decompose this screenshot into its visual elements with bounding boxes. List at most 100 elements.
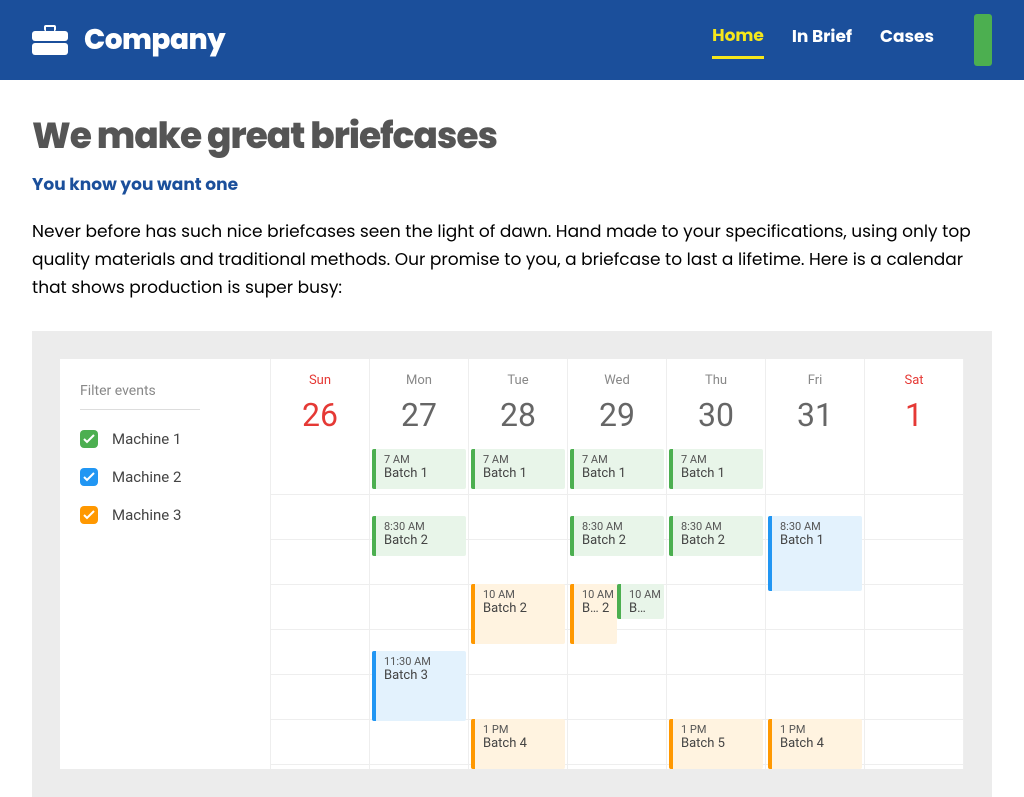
event-time: 7 AM xyxy=(384,453,462,466)
filter-label: Machine 2 xyxy=(112,468,181,486)
page-title: We make great briefcases xyxy=(32,108,992,163)
day-header[interactable]: Sun 26 xyxy=(271,359,370,449)
event-label: Batch 1 xyxy=(384,466,462,481)
event-time: 7 AM xyxy=(681,453,759,466)
calendar-event[interactable]: 7 AMBatch 1 xyxy=(669,449,763,489)
day-header[interactable]: Wed 29 xyxy=(568,359,667,449)
event-label: Batch 1 xyxy=(582,466,660,481)
event-time: 1 PM xyxy=(483,723,561,736)
day-header[interactable]: Thu30 xyxy=(667,359,766,449)
day-column: 7 AMBatch 1 8:30 AMBatch 2 11:30 AMBatch 3 xyxy=(370,449,469,769)
calendar-event[interactable]: 10 AMB… 2 xyxy=(570,584,617,644)
day-abbr: Sun xyxy=(271,373,369,388)
event-label: Batch 2 xyxy=(483,601,561,616)
event-time: 8:30 AM xyxy=(384,520,462,533)
event-label: Batch 4 xyxy=(483,736,561,751)
calendar-event[interactable]: 7 AMBatch 1 xyxy=(372,449,466,489)
calendar-event[interactable]: 10 AMB… xyxy=(617,584,664,619)
event-label: Batch 1 xyxy=(681,466,759,481)
body-text: Never before has such nice briefcases se… xyxy=(32,217,992,301)
day-abbr: Wed xyxy=(568,373,666,388)
calendar: Filter events Machine 1 Machine 2 Machine … xyxy=(60,359,964,769)
day-header[interactable]: Sat 1 xyxy=(865,359,964,449)
calendar-container: Filter events Machine 1 Machine 2 Machine … xyxy=(32,331,992,797)
calendar-event[interactable]: 8:30 AMBatch 2 xyxy=(372,516,466,556)
event-label: Batch 5 xyxy=(681,736,759,751)
checkbox-icon xyxy=(80,430,98,448)
day-number: 31 xyxy=(766,396,864,434)
day-column: 7 AMBatch 18:30 AMBatch 210 AMB… 210 AMB… xyxy=(568,449,667,769)
calendar-event[interactable]: 8:30 AMBatch 2 xyxy=(669,516,763,556)
day-column xyxy=(865,449,964,769)
day-column xyxy=(271,449,370,769)
calendar-event[interactable]: 10 AMBatch 2 xyxy=(471,584,565,644)
event-label: Batch 2 xyxy=(384,533,462,548)
event-label: B… 2 xyxy=(582,601,613,616)
calendar-event[interactable]: 1 PMBatch 5 xyxy=(669,719,763,769)
event-time: 1 PM xyxy=(681,723,759,736)
event-time: 8:30 AM xyxy=(681,520,759,533)
day-column: 7 AMBatch 1 10 AMBatch 2 1 PMBatch 4 xyxy=(469,449,568,769)
day-number: 29 xyxy=(568,396,666,434)
calendar-event[interactable]: 8:30 AMBatch 1 xyxy=(768,516,862,591)
day-header[interactable]: Fri 31 xyxy=(766,359,865,449)
content: We make great briefcases You know you wa… xyxy=(0,80,1024,797)
day-abbr: Sat xyxy=(865,373,963,388)
day-column: 8:30 AMBatch 1 1 PMBatch 4 xyxy=(766,449,865,769)
briefcase-icon xyxy=(32,25,68,55)
day-number: 1 xyxy=(865,396,963,434)
day-abbr: Thu xyxy=(667,373,765,388)
page-subtitle: You know you want one xyxy=(32,171,992,197)
filter-title: Filter events xyxy=(80,383,200,410)
event-label: B… xyxy=(629,601,660,616)
calendar-event[interactable]: 7 AMBatch 1 xyxy=(471,449,565,489)
day-abbr: Fri xyxy=(766,373,864,388)
day-number: 28 xyxy=(469,396,567,434)
calendar-event[interactable]: 7 AMBatch 1 xyxy=(570,449,664,489)
event-time: 10 AM xyxy=(483,588,561,601)
calendar-event[interactable]: 8:30 AMBatch 2 xyxy=(570,516,664,556)
logo[interactable]: Company xyxy=(32,19,225,61)
event-label: Batch 1 xyxy=(483,466,561,481)
brand-name: Company xyxy=(84,19,225,61)
filter-item-0[interactable]: Machine 1 xyxy=(80,430,250,448)
day-number: 27 xyxy=(370,396,468,434)
day-column: 7 AMBatch 1 8:30 AMBatch 2 1 PMBatch 5 xyxy=(667,449,766,769)
green-indicator xyxy=(974,14,992,66)
event-time: 11:30 AM xyxy=(384,655,462,668)
event-time: 7 AM xyxy=(483,453,561,466)
filter-label: Machine 3 xyxy=(112,506,181,524)
event-time: 10 AM xyxy=(582,588,613,601)
nav: Home In Brief Cases xyxy=(712,14,992,66)
header: Company Home In Brief Cases xyxy=(0,0,1024,80)
day-header[interactable]: Mon 27 xyxy=(370,359,469,449)
nav-home[interactable]: Home xyxy=(712,22,764,59)
event-time: 1 PM xyxy=(780,723,858,736)
event-time: 7 AM xyxy=(582,453,660,466)
calendar-event[interactable]: 1 PMBatch 4 xyxy=(471,719,565,769)
event-label: Batch 1 xyxy=(780,533,858,548)
event-time: 8:30 AM xyxy=(780,520,858,533)
event-label: Batch 2 xyxy=(681,533,759,548)
filter-sidebar: Filter events Machine 1 Machine 2 Machine … xyxy=(60,359,270,769)
nav-cases[interactable]: Cases xyxy=(880,23,934,57)
calendar-grid: Sun 26Mon 27Tue 28Wed 29Thu30Fri 31Sat 1 8 AM9… xyxy=(270,359,964,769)
filter-item-2[interactable]: Machine 3 xyxy=(80,506,250,524)
event-time: 10 AM xyxy=(629,588,660,601)
calendar-event[interactable]: 11:30 AMBatch 3 xyxy=(372,651,466,721)
checkbox-icon xyxy=(80,506,98,524)
filter-label: Machine 1 xyxy=(112,430,181,448)
calendar-event[interactable]: 1 PMBatch 4 xyxy=(768,719,862,769)
day-abbr: Tue xyxy=(469,373,567,388)
time-grid: 8 AM9 AM10 AM11 AM12 PM1 PM2 PM 7 AMBatc… xyxy=(271,449,964,769)
event-label: Batch 2 xyxy=(582,533,660,548)
day-headers: Sun 26Mon 27Tue 28Wed 29Thu30Fri 31Sat 1 xyxy=(271,359,964,449)
event-time: 8:30 AM xyxy=(582,520,660,533)
filter-item-1[interactable]: Machine 2 xyxy=(80,468,250,486)
event-label: Batch 3 xyxy=(384,668,462,683)
day-number: 26 xyxy=(271,396,369,434)
event-label: Batch 4 xyxy=(780,736,858,751)
day-abbr: Mon xyxy=(370,373,468,388)
nav-brief[interactable]: In Brief xyxy=(792,23,852,57)
day-header[interactable]: Tue 28 xyxy=(469,359,568,449)
